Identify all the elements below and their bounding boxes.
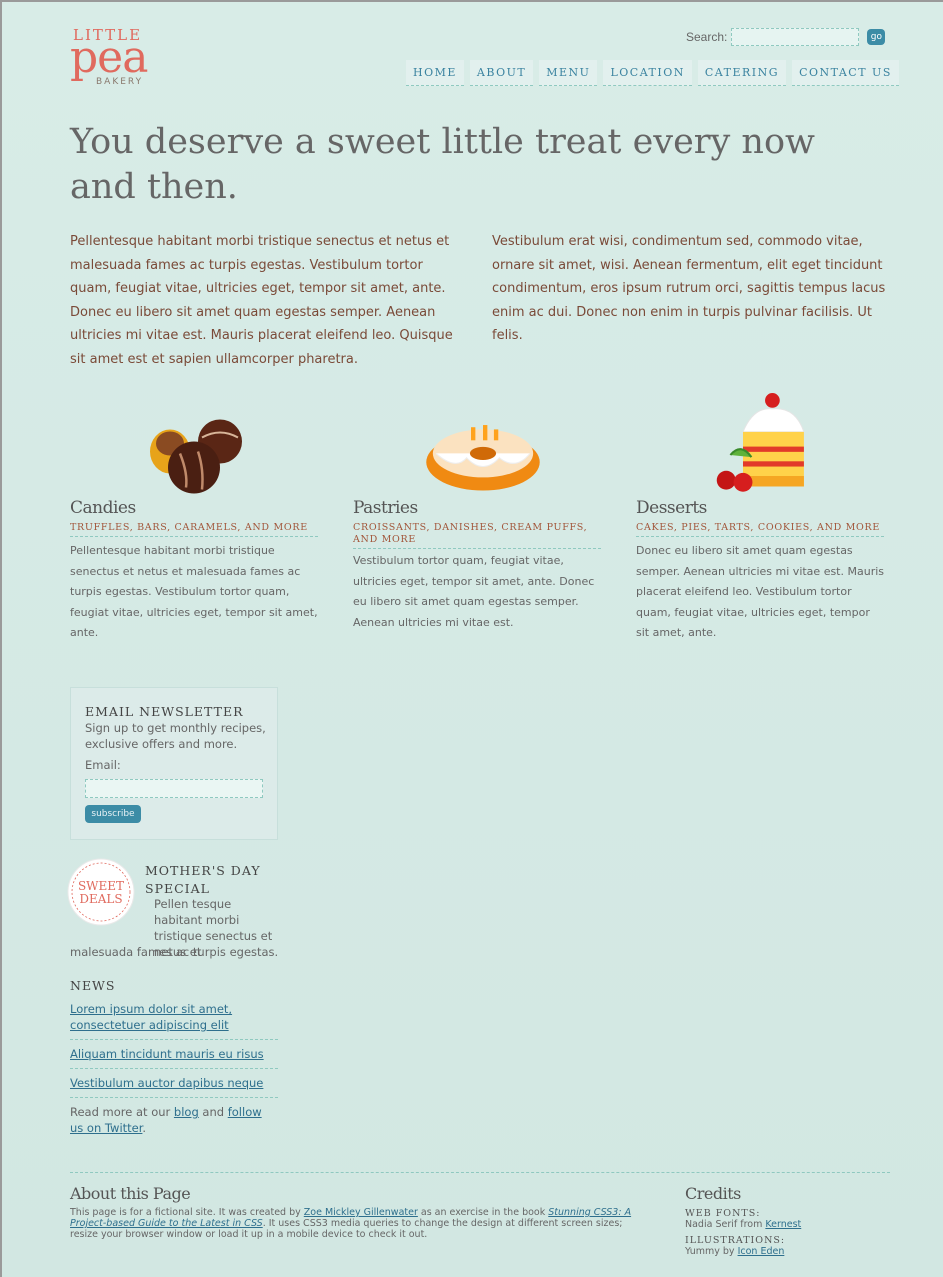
nav-contact-us[interactable]: CONTACT US: [792, 60, 899, 86]
web-fonts-value: Nadia Serif from Kernest: [685, 1219, 885, 1230]
nav-about[interactable]: ABOUT: [469, 60, 534, 86]
pastries-text: Vestibulum tortor quam, feugiat vitae, u…: [353, 554, 595, 629]
web-fonts-label: WEB FONTS:: [685, 1208, 761, 1219]
news-item[interactable]: Vestibulum auctor dapibus neque: [70, 1075, 278, 1098]
nav-home[interactable]: HOME: [406, 60, 464, 86]
icon-eden-link[interactable]: Icon Eden: [738, 1246, 785, 1257]
kernest-link[interactable]: Kernest: [765, 1219, 801, 1230]
nav-location[interactable]: LOCATION: [603, 60, 692, 86]
mothers-day-title: MOTHER'S DAY SPECIAL: [145, 863, 261, 896]
pastries-illustration: [426, 425, 540, 491]
logo-bakery: BAKERY: [96, 77, 144, 87]
credits-section: Credits WEB FONTS: Nadia Serif from Kern…: [685, 1184, 885, 1257]
desserts-subtitle: CAKES, PIES, TARTS, COOKIES, AND MORE: [636, 522, 884, 537]
pastries-title: Pastries: [353, 498, 418, 518]
search-input[interactable]: [731, 28, 860, 46]
about-title: About this Page: [70, 1184, 191, 1203]
readmore-pre: Read more at our: [70, 1105, 174, 1119]
nav-menu[interactable]: MENU: [539, 60, 598, 86]
newsletter-email-field[interactable]: [85, 779, 263, 798]
about-text-2: as an exercise in the book: [417, 1207, 549, 1218]
page-headline: You deserve a sweet little treat every n…: [70, 122, 815, 207]
blog-link[interactable]: blog: [174, 1105, 199, 1119]
subscribe-button[interactable]: subscribe: [85, 805, 141, 823]
candies-illustration: [150, 419, 242, 494]
web-fonts-pre: Nadia Serif from: [685, 1219, 766, 1230]
desserts-text: Donec eu libero sit amet quam egestas se…: [636, 544, 885, 639]
illustrations-pre: Yummy by: [685, 1246, 738, 1257]
about-text: This page is for a fictional site. It wa…: [70, 1207, 650, 1240]
intro-right: Vestibulum erat wisi, condimentum sed, c…: [492, 234, 886, 343]
sweet-deals-line2: DEALS: [79, 892, 122, 906]
newsletter-desc: Sign up to get monthly recipes, exclusiv…: [85, 721, 266, 751]
page-frame: LITTLE pea BAKERY Search: go HOME ABOUT …: [0, 0, 943, 1277]
news-item[interactable]: Aliquam tincidunt mauris eu risus: [70, 1046, 278, 1069]
mothers-day-text-2: malesuada fames ac turpis egestas.: [70, 945, 279, 959]
search-bar: Search: go: [686, 28, 886, 46]
news-section: NEWS Lorem ipsum dolor sit amet, consect…: [70, 978, 278, 1136]
illustrations-label: ILLUSTRATIONS:: [685, 1235, 786, 1246]
about-text-1: This page is for a fictional site. It wa…: [70, 1207, 304, 1218]
author-link[interactable]: Zoe Mickley Gillenwater: [304, 1207, 418, 1218]
footer-divider: [70, 1172, 890, 1173]
pastries-subtitle: CROISSANTS, DANISHES, CREAM PUFFS, AND M…: [353, 522, 601, 549]
sweet-deals-badge: SWEET DEALS: [67, 858, 135, 926]
main-nav: HOME ABOUT MENU LOCATION CATERING CONTAC…: [406, 60, 899, 86]
newsletter-box: EMAIL NEWSLETTER Sign up to get monthly …: [70, 687, 278, 840]
search-go-button[interactable]: go: [867, 29, 886, 45]
sweet-deals-line1: SWEET: [78, 879, 124, 893]
nav-catering[interactable]: CATERING: [697, 60, 787, 86]
newsletter-email-label: Email:: [85, 758, 121, 772]
readmore-and: and: [198, 1105, 228, 1119]
logo-pea: pea: [70, 32, 148, 83]
readmore-end: .: [142, 1121, 147, 1135]
search-label: Search:: [686, 30, 728, 44]
newsletter-title: EMAIL NEWSLETTER: [85, 704, 244, 719]
intro-left: Pellentesque habitant morbi tristique se…: [70, 234, 453, 367]
candies-text: Pellentesque habitant morbi tristique se…: [70, 544, 318, 639]
illustrations-value: Yummy by Icon Eden: [685, 1246, 885, 1257]
candies-subtitle: TRUFFLES, BARS, CARAMELS, AND MORE: [70, 522, 318, 537]
logo[interactable]: LITTLE pea BAKERY: [70, 24, 160, 90]
candies-title: Candies: [70, 498, 136, 518]
news-item[interactable]: Lorem ipsum dolor sit amet, consectetuer…: [70, 1001, 278, 1040]
desserts-illustration: [716, 393, 805, 492]
credits-title: Credits: [685, 1184, 741, 1203]
news-readmore: Read more at our blog and follow us on T…: [70, 1104, 270, 1136]
desserts-title: Desserts: [636, 498, 707, 518]
about-section: About this Page This page is for a ficti…: [70, 1184, 650, 1240]
news-title: NEWS: [70, 978, 116, 993]
